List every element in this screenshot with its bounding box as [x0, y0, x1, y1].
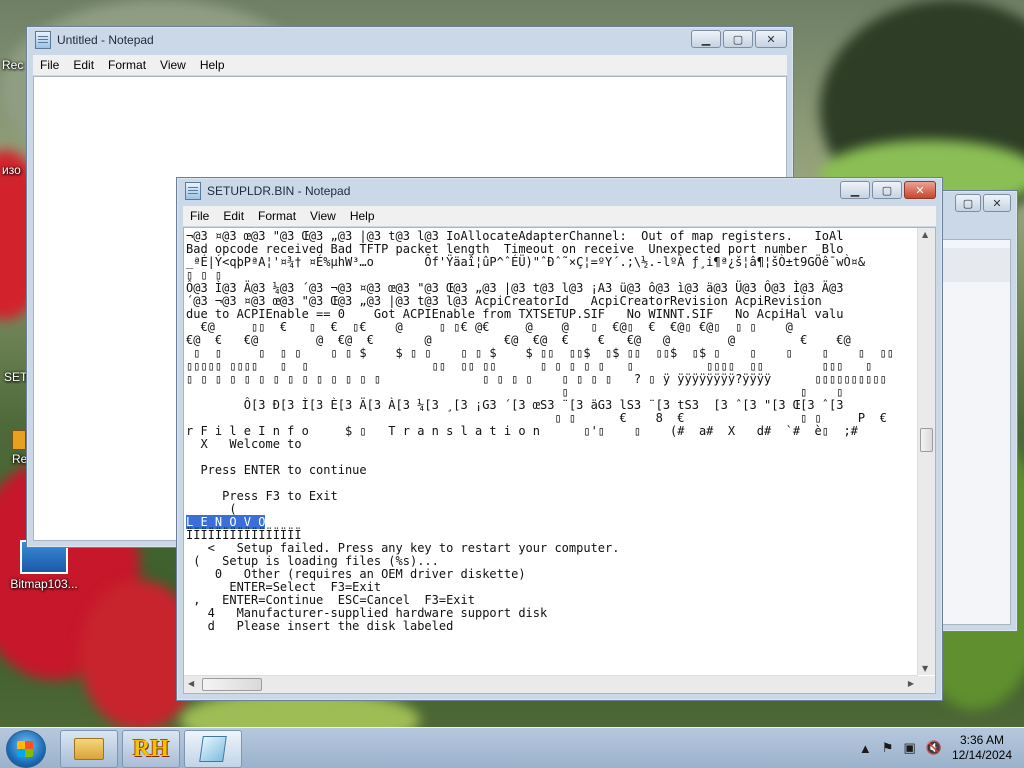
window-content [937, 239, 1011, 625]
caption-buttons: ▁ ▢ ✕ [840, 181, 936, 199]
text-line: Press F3 to Exit [186, 489, 338, 503]
vertical-scrollbar[interactable]: ▲ ▼ [917, 228, 935, 675]
close-button[interactable]: ✕ [755, 30, 787, 48]
menu-edit[interactable]: Edit [66, 58, 101, 72]
notepad-icon [199, 736, 227, 762]
folder-icon [74, 738, 104, 760]
window-title: Untitled - Notepad [57, 33, 154, 47]
menu-help[interactable]: Help [193, 58, 232, 72]
close-button[interactable]: ✕ [904, 181, 936, 199]
desktop-icon-label: SET [4, 370, 28, 384]
taskbar-notepad[interactable] [184, 730, 242, 768]
caption-buttons: ▢ ✕ [955, 194, 1011, 212]
menu-file[interactable]: File [33, 58, 66, 72]
horizontal-scrollbar[interactable]: ◀ ▶ [184, 675, 918, 693]
file-icon [12, 430, 26, 450]
menu-edit[interactable]: Edit [216, 209, 251, 223]
document-text[interactable]: ¬@3 ¤@3 œ@3 "@3 Œ@3 „@3 |@3 t@3 l@3 IoAl… [186, 230, 915, 673]
desktop-icon-label: изо [2, 163, 21, 177]
desktop-icon-label: Bitmap103... [10, 577, 78, 591]
desktop-icon-label: Rec [2, 58, 24, 72]
volume-muted-icon[interactable]: 🔇 [926, 740, 942, 756]
close-button[interactable]: ✕ [983, 194, 1011, 212]
background-window[interactable]: ▢ ✕ [930, 190, 1018, 632]
content-panel [938, 248, 1010, 282]
resize-grip[interactable] [918, 676, 935, 693]
scroll-down-arrow[interactable]: ▼ [922, 664, 928, 673]
show-hidden-icons-chevron-icon[interactable]: ▲ [859, 741, 872, 756]
caption-buttons: ▁ ▢ ✕ [691, 30, 787, 48]
clock-time: 3:36 AM [959, 733, 1004, 747]
start-button[interactable] [6, 730, 46, 768]
network-icon[interactable]: ▣ [903, 740, 915, 756]
menu-view[interactable]: View [153, 58, 193, 72]
text-line: Press ENTER to continue [186, 463, 367, 477]
minimize-button[interactable]: ▁ [691, 30, 721, 48]
taskbar: RH ▲ ⚑ ▣ 🔇 3:36 AM 12/14/2024 [0, 727, 1024, 768]
text-line: ( [186, 502, 237, 516]
minimize-button[interactable]: ▁ [840, 181, 870, 199]
text-line: X Welcome to [186, 437, 302, 451]
menubar: File Edit Format View Help [33, 55, 787, 75]
clock[interactable]: 3:36 AM 12/14/2024 [952, 733, 1012, 763]
menu-format[interactable]: Format [101, 58, 153, 72]
scroll-up-arrow[interactable]: ▲ [922, 230, 928, 239]
maximize-button[interactable]: ▢ [872, 181, 902, 199]
titlebar[interactable]: Untitled - Notepad [27, 27, 793, 53]
rh-app-icon: RH [133, 735, 169, 762]
setupldr-notepad-window[interactable]: SETUPLDR.BIN - Notepad ▁ ▢ ✕ File Edit F… [176, 177, 943, 701]
scroll-left-arrow[interactable]: ◀ [188, 679, 194, 688]
text-line: _ªÉ|Ý<qþPªA¦'¤¾† ¤É%µhW³…o Ôf'Ÿäaî¦ûP^ˆÉ… [186, 255, 866, 269]
maximize-button[interactable]: ▢ [955, 194, 981, 212]
system-tray: ▲ ⚑ ▣ 🔇 3:36 AM 12/14/2024 [859, 728, 1012, 768]
selected-text[interactable]: L E N O V O [186, 515, 266, 529]
action-center-flag-icon[interactable]: ⚑ [882, 740, 894, 756]
scroll-right-arrow[interactable]: ▶ [908, 679, 914, 688]
text-line: d Please insert the disk labeled [186, 619, 454, 633]
text-editor[interactable]: ¬@3 ¤@3 œ@3 "@3 Œ@3 „@3 |@3 t@3 l@3 IoAl… [183, 227, 936, 694]
menu-view[interactable]: View [303, 209, 343, 223]
menu-help[interactable]: Help [343, 209, 382, 223]
horizontal-scroll-thumb[interactable] [202, 678, 262, 691]
window-title: SETUPLDR.BIN - Notepad [207, 184, 351, 198]
vertical-scroll-thumb[interactable] [920, 428, 933, 452]
menu-file[interactable]: File [183, 209, 216, 223]
taskbar-rh-resource-hacker[interactable]: RH [122, 730, 180, 768]
notepad-icon [35, 31, 51, 49]
menu-format[interactable]: Format [251, 209, 303, 223]
clock-date: 12/14/2024 [951, 748, 1012, 762]
menubar: File Edit Format View Help [183, 206, 936, 226]
notepad-icon [185, 182, 201, 200]
maximize-button[interactable]: ▢ [723, 30, 753, 48]
titlebar[interactable]: SETUPLDR.BIN - Notepad [177, 178, 942, 204]
taskbar-file-explorer[interactable] [60, 730, 118, 768]
